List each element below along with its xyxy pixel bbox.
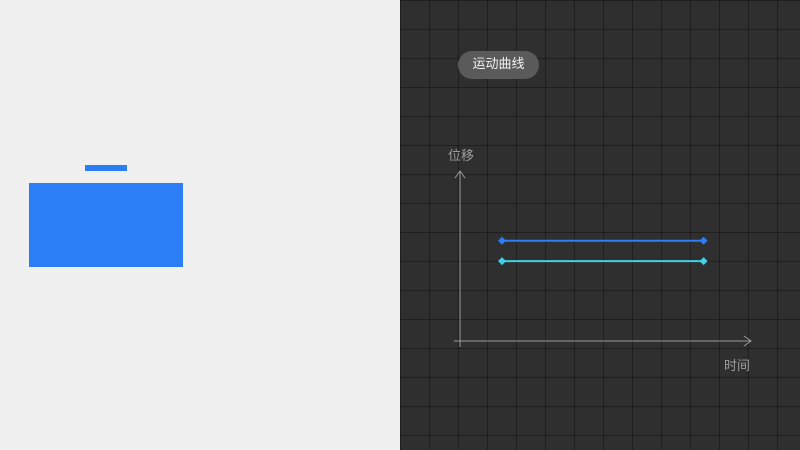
preview-panel xyxy=(0,0,400,450)
animated-box xyxy=(29,183,183,267)
axes xyxy=(454,170,752,347)
plot-area xyxy=(454,170,752,347)
series-1-keyframe-1 xyxy=(498,236,506,245)
small-bar-shape xyxy=(85,165,127,171)
series-1-keyframe-2 xyxy=(699,236,708,245)
series-2-keyframe-2 xyxy=(699,257,708,266)
series-2-keyframe-1 xyxy=(498,257,506,266)
curve-panel: 运动曲线 位移 时间 xyxy=(400,0,800,450)
series-group xyxy=(498,236,708,266)
